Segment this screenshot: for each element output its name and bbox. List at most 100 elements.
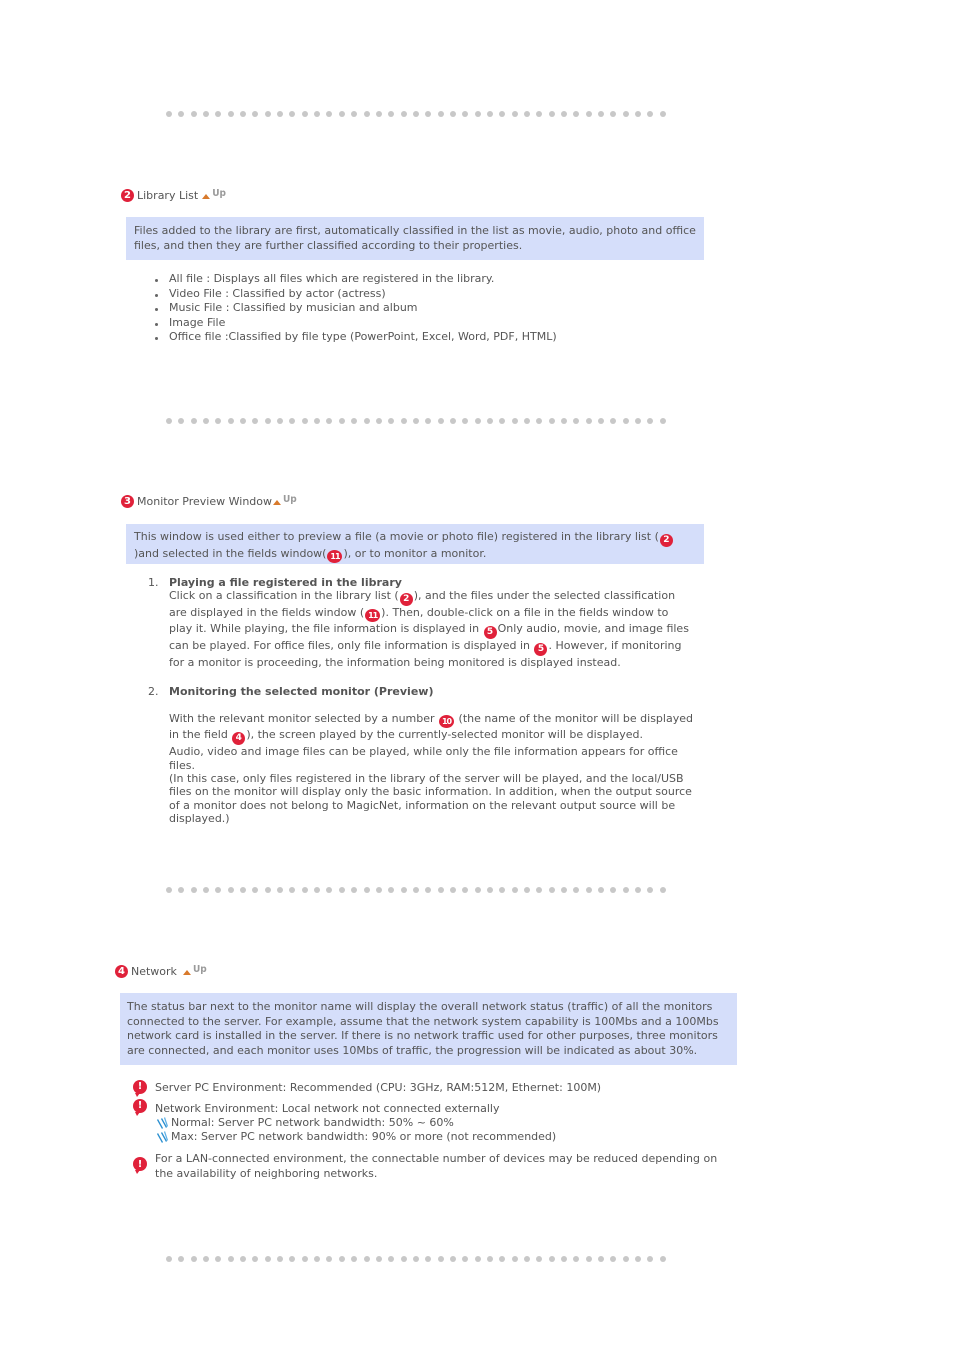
divider-dot [375,418,382,424]
section-heading-network: 4 Network Up [115,964,207,978]
warning-icon: ! [133,1080,147,1097]
divider-dot [610,1256,617,1262]
list-item: Video File : Classified by actor (actres… [155,287,709,302]
ref-badge-icon: 2 [659,534,673,547]
up-arrow-icon [202,193,211,199]
divider-dot [412,111,419,117]
ref-badge-icon: 11 [365,609,381,623]
divider-dot [425,887,432,893]
divider-dot [425,418,432,424]
divider-dot [314,111,321,117]
divider-dot [659,111,666,117]
divider-dot [598,1256,605,1262]
divider-dot [264,111,271,117]
divider-dot [326,1256,333,1262]
divider-dot [178,887,185,893]
divider-dot [240,111,247,117]
divider-dot [363,418,370,424]
sub-note: Normal: Server PC network bandwidth: 50%… [155,1116,725,1130]
divider-dot [635,418,642,424]
divider-dot [573,111,580,117]
text: With the relevant monitor selected by a … [169,712,439,726]
divider-dot [301,1256,308,1262]
ref-badge-icon: 11 [327,550,343,563]
divider-dot [277,418,284,424]
library-categories-list: All file : Displays all files which are … [155,272,709,345]
divider-dot [227,1256,234,1262]
text: Click on a classification in the library… [169,589,399,603]
divider-dot [585,1256,592,1262]
info-box-monitor-preview: This window is used either to preview a … [126,524,704,564]
divider-dot [573,887,580,893]
divider-dot [400,1256,407,1262]
divider-dot [400,418,407,424]
list-item: 2. Monitoring the selected monitor (Prev… [148,684,694,826]
divider-dot [647,111,654,117]
pen-icon [157,1117,168,1129]
step-text: Click on a classification in the library… [169,589,694,669]
divider-dot [190,418,197,424]
sub-note: Max: Server PC network bandwidth: 90% or… [155,1130,725,1144]
section-title: Library List [137,189,199,202]
note-item: ! Server PC Environment: Recommended (CP… [133,1080,725,1097]
divider-dot [474,418,481,424]
up-link[interactable]: Up [182,964,207,977]
dotted-divider [166,111,666,117]
divider-dot [462,111,469,117]
divider-dot [301,418,308,424]
divider-dot [388,111,395,117]
divider-dot [363,1256,370,1262]
divider-dot [659,418,666,424]
divider-dot [647,887,654,893]
divider-dot [289,887,296,893]
divider-dot [486,111,493,117]
divider-dot [425,1256,432,1262]
divider-dot [561,887,567,893]
up-link[interactable]: Up [273,494,297,507]
divider-dot [437,111,444,117]
divider-dot [437,1256,444,1262]
divider-dot [573,1256,580,1262]
section-title: Network [131,965,177,978]
divider-dot [190,111,197,117]
list-item: All file : Displays all files which are … [155,272,709,287]
divider-dot [351,111,358,117]
divider-dot [203,1256,210,1262]
divider-dot [536,1256,543,1262]
divider-dot [462,418,469,424]
divider-dot [190,887,197,893]
divider-dot [622,1256,629,1262]
list-item: Image File [155,316,709,331]
divider-dot [375,887,382,893]
divider-dot [227,418,234,424]
up-arrow-icon [273,499,281,505]
list-item: Office file :Classified by file type (Po… [155,330,709,345]
note-text: Network Environment: Local network not c… [155,1102,500,1115]
divider-dot [277,887,284,893]
divider-dot [227,111,234,117]
step-title: Monitoring the selected monitor (Preview… [169,684,434,698]
step-text: Audio, video and image files can be play… [169,745,678,772]
divider-dot [289,1256,296,1262]
note-text: For a LAN-connected environment, the con… [155,1152,718,1180]
divider-dot [351,887,358,893]
info-text: )and selected in the fields window( [134,547,327,560]
up-link[interactable]: Up [202,188,226,201]
divider-dot [474,1256,481,1262]
divider-dot [523,1256,530,1262]
divider-dot [474,887,481,893]
divider-dot [215,418,222,424]
divider-dot [351,1256,358,1262]
divider-dot [499,887,506,893]
divider-dot [412,1256,419,1262]
divider-dot [178,1256,185,1262]
divider-dot [647,1256,654,1262]
divider-dot [289,111,296,117]
preview-steps-list: 1. Playing a file registered in the libr… [148,576,694,826]
divider-dot [659,887,666,893]
section-heading-library-list: 2 Library List Up [121,188,226,202]
divider-dot [523,111,530,117]
divider-dot [622,418,629,424]
dotted-divider [166,418,666,424]
divider-dot [178,111,185,117]
